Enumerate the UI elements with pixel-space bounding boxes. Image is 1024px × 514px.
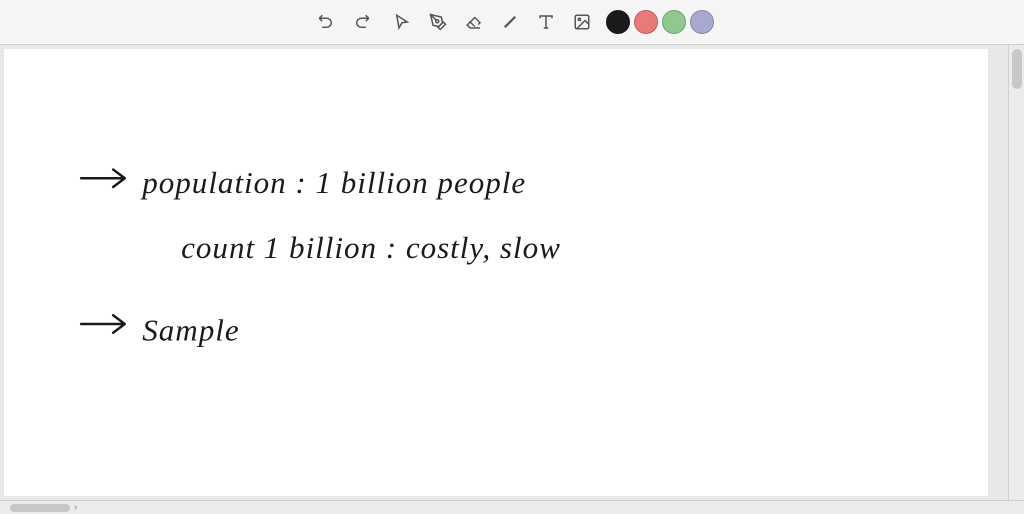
scrollbar-right-thumb[interactable] — [1012, 49, 1022, 89]
select-tool-button[interactable] — [386, 6, 418, 38]
highlighter-tool-button[interactable] — [494, 6, 526, 38]
toolbar-colors-group — [606, 10, 714, 34]
image-tool-button[interactable] — [566, 6, 598, 38]
whiteboard-svg: population : 1 billion people count 1 bi… — [4, 49, 988, 496]
color-purple-button[interactable] — [690, 10, 714, 34]
toolbar-tools-group — [386, 6, 598, 38]
app-container: population : 1 billion people count 1 bi… — [0, 0, 1024, 514]
toolbar-history-group — [310, 6, 378, 38]
main-area: population : 1 billion people count 1 bi… — [0, 45, 1024, 500]
eraser-tool-button[interactable] — [458, 6, 490, 38]
scrollbar-bottom-thumb[interactable] — [10, 504, 70, 512]
arrow-2 — [81, 315, 125, 332]
color-pink-button[interactable] — [634, 10, 658, 34]
line3-text: Sample — [142, 313, 239, 348]
undo-button[interactable] — [310, 6, 342, 38]
toolbar — [0, 0, 1024, 45]
whiteboard-canvas[interactable]: population : 1 billion people count 1 bi… — [4, 49, 988, 496]
scrollbar-bottom[interactable]: › — [0, 500, 1024, 514]
scroll-arrow-right[interactable]: › — [74, 502, 77, 513]
line1-text: population : 1 billion people — [140, 165, 526, 200]
color-black-button[interactable] — [606, 10, 630, 34]
scrollbar-right[interactable] — [1008, 45, 1024, 500]
pen-tool-button[interactable] — [422, 6, 454, 38]
text-tool-button[interactable] — [530, 6, 562, 38]
arrow-1 — [81, 169, 125, 186]
color-green-button[interactable] — [662, 10, 686, 34]
line2-text: count 1 billion : costly, slow — [181, 230, 561, 265]
redo-button[interactable] — [346, 6, 378, 38]
